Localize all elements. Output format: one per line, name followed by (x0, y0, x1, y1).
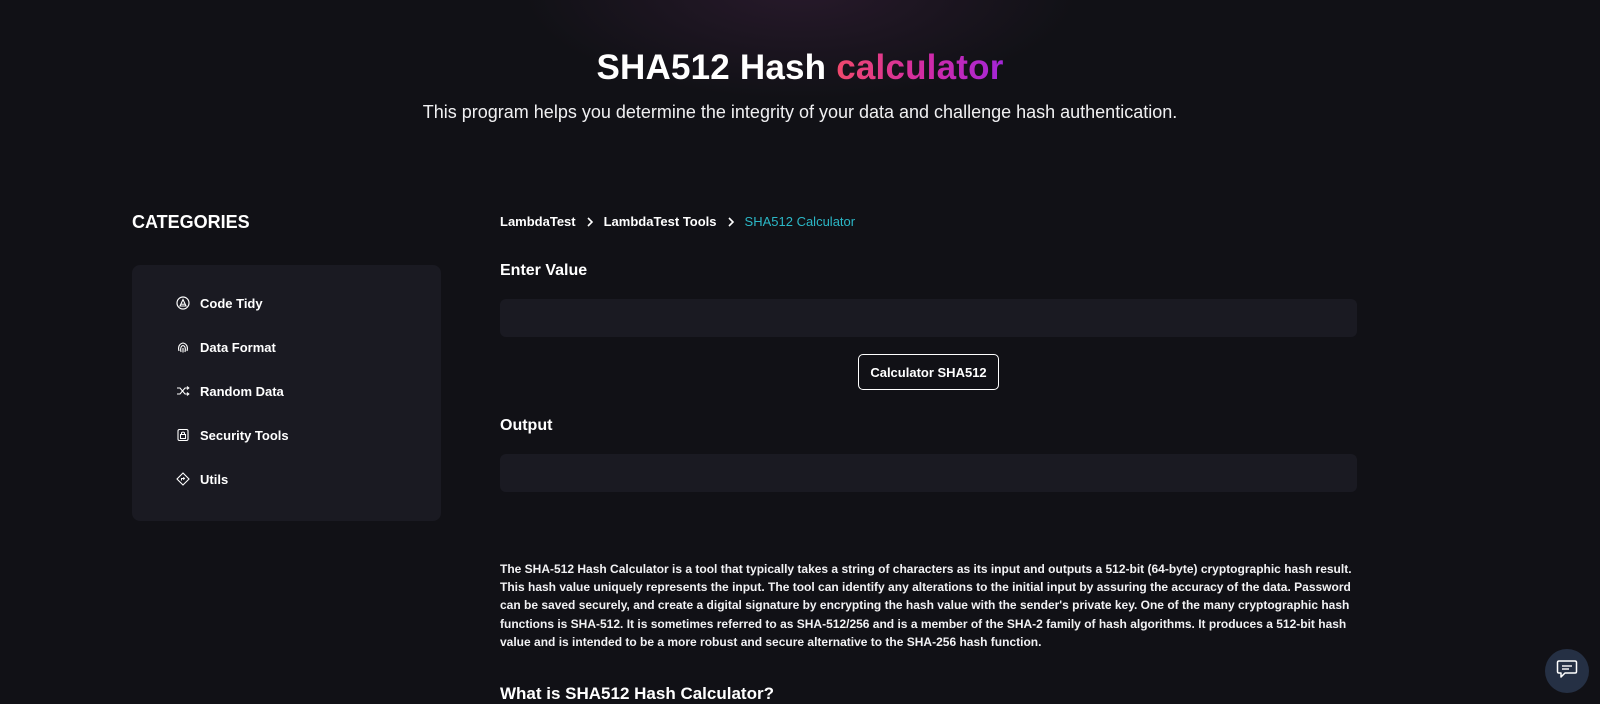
shuffle-icon (176, 384, 190, 398)
chat-icon (1556, 659, 1578, 684)
value-input[interactable] (500, 299, 1357, 337)
breadcrumb-current: SHA512 Calculator (744, 214, 856, 229)
diamond-icon (176, 472, 190, 486)
description-text: The SHA-512 Hash Calculator is a tool th… (500, 562, 1352, 649)
sidebar-item-data-format[interactable]: Data Format (176, 336, 276, 358)
chevron-right-icon (585, 216, 595, 227)
breadcrumb-link-lambdatest[interactable]: LambdaTest (500, 214, 576, 229)
output-label: Output (500, 417, 553, 434)
sidebar-item-label: Random Data (200, 383, 284, 399)
lock-icon (176, 428, 190, 442)
page-title: SHA512 Hash calculator (0, 48, 1600, 88)
sidebar-item-random-data[interactable]: Random Data (176, 380, 284, 402)
chat-button[interactable] (1545, 649, 1589, 693)
output-field[interactable] (500, 454, 1357, 492)
breadcrumb-link-tools[interactable]: LambdaTest Tools (604, 214, 717, 229)
fingerprint-icon (176, 340, 190, 354)
page-title-accent: calculator (836, 48, 1004, 87)
page-subtitle: This program helps you determine the int… (422, 102, 1178, 122)
categories-panel: Code Tidy Data Format Random Data Securi… (132, 265, 441, 521)
page-title-main: SHA512 Hash (596, 48, 837, 87)
sidebar-item-label: Utils (200, 471, 229, 487)
sidebar-item-security-tools[interactable]: Security Tools (176, 424, 289, 446)
sidebar-item-label: Code Tidy (200, 295, 263, 311)
code-tidy-icon (176, 296, 190, 310)
breadcrumb: LambdaTest LambdaTest Tools SHA512 Calcu… (500, 214, 855, 229)
categories-title: CATEGORIES (132, 212, 250, 232)
sidebar-item-code-tidy[interactable]: Code Tidy (176, 292, 263, 314)
sidebar-item-label: Security Tools (200, 427, 289, 443)
section-heading: What is SHA512 Hash Calculator? (500, 684, 774, 703)
sidebar-item-label: Data Format (200, 339, 276, 355)
sidebar-item-utils[interactable]: Utils (176, 468, 228, 490)
chevron-right-icon (726, 216, 736, 227)
calculate-sha512-button[interactable]: Calculator SHA512 (858, 354, 999, 390)
input-label: Enter Value (500, 262, 588, 279)
